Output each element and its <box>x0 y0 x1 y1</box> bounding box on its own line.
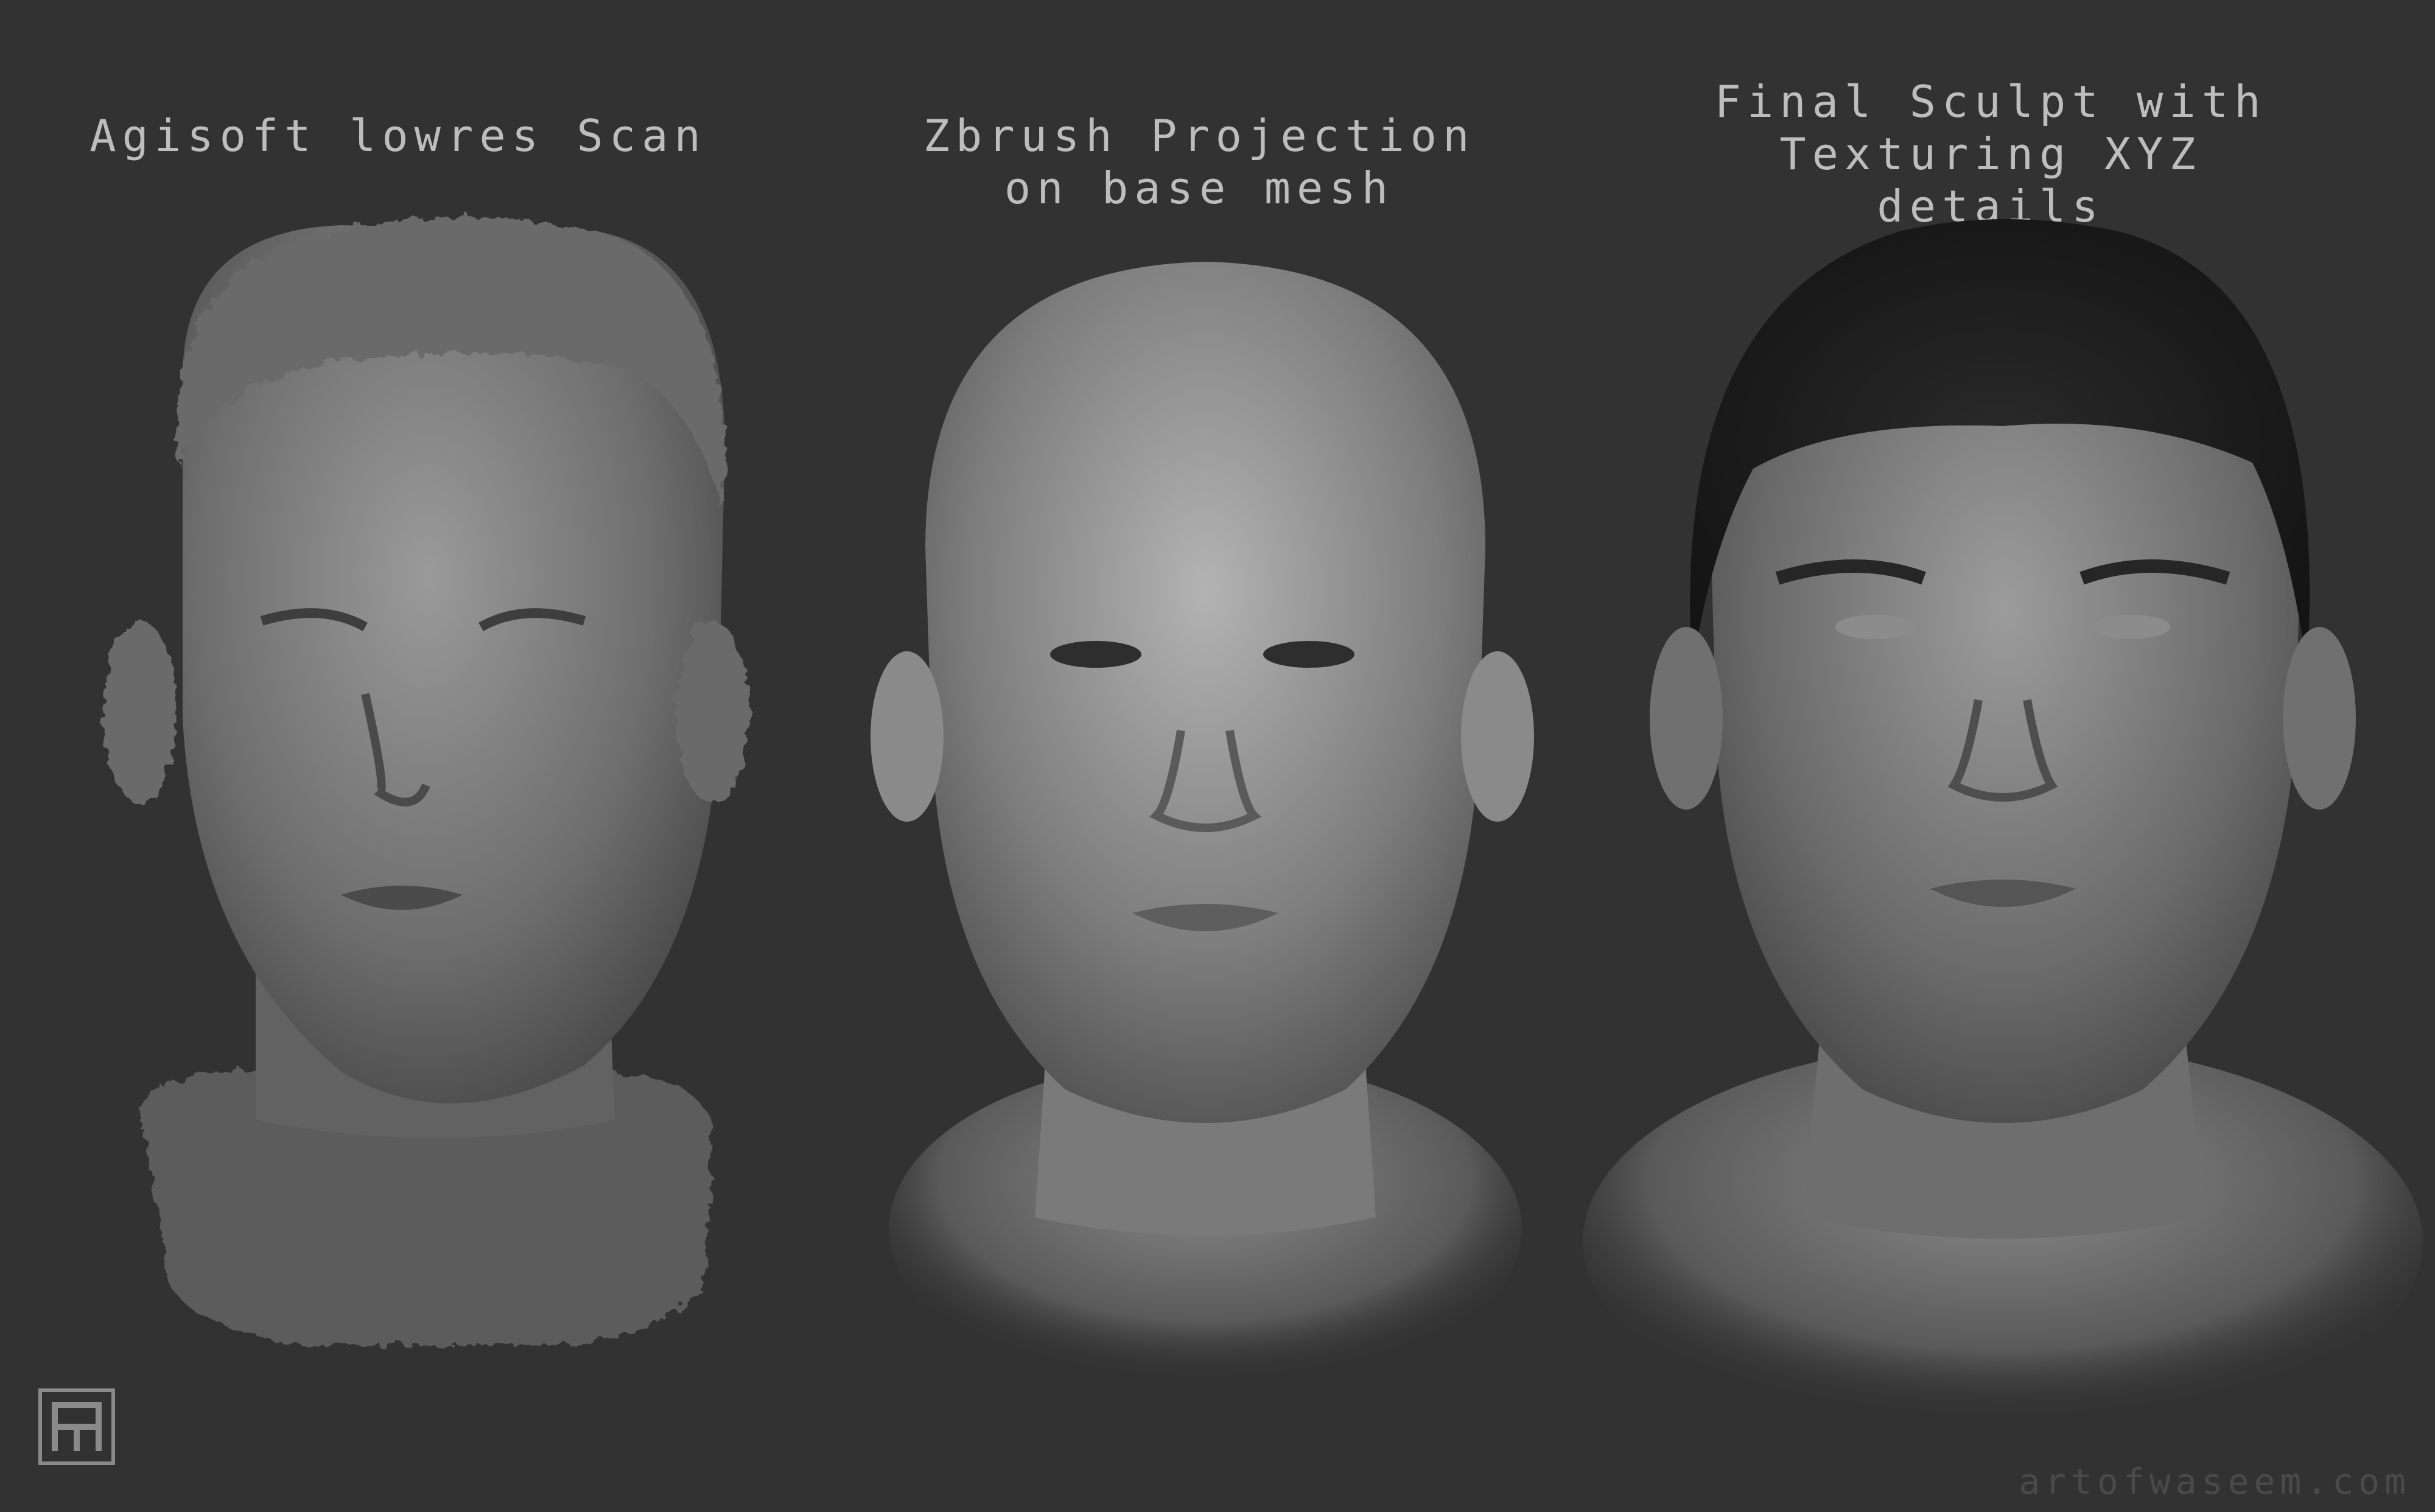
comparison-canvas: Agisoft lowres Scan Zbrush Projection on… <box>0 0 2435 1512</box>
bust-scan <box>103 217 749 1345</box>
logo-icon <box>38 1388 115 1465</box>
busts-illustration <box>103 217 2423 1443</box>
watermark-text: artofwaseem.com <box>2019 1461 2411 1502</box>
bust-projection <box>871 262 1534 1400</box>
bust-final <box>1583 219 2423 1443</box>
